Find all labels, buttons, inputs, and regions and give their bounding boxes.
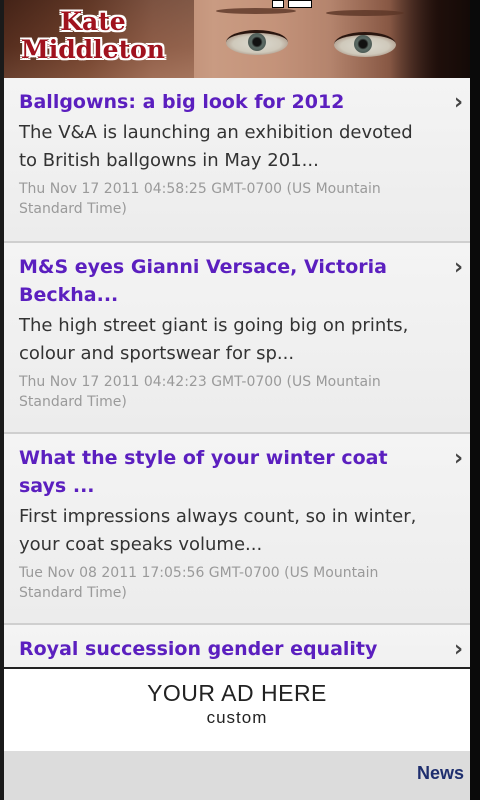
chevron-right-icon: › (454, 255, 464, 280)
news-item[interactable]: Royal succession gender equality › (4, 625, 470, 668)
news-list: Ballgowns: a big look for 2012 The V&A i… (4, 78, 470, 668)
header-banner: Kate Middleton (4, 0, 470, 78)
banner-title-line1: Kate (60, 7, 126, 36)
tab-news[interactable]: News (417, 763, 464, 784)
news-summary: The high street giant is going big on pr… (19, 315, 409, 364)
banner-iris-right (354, 35, 372, 53)
banner-brow-right (326, 10, 404, 16)
news-headline: What the style of your winter coat says … (19, 447, 388, 497)
app-screen: Kate Middleton Ballgowns: a big look for… (4, 0, 470, 800)
banner-brow-left (216, 8, 296, 14)
chevron-right-icon: › (454, 90, 464, 115)
status-icon-b (288, 0, 312, 8)
status-icon-a (272, 0, 284, 8)
device-edge (470, 0, 480, 800)
news-summary: First impressions always count, so in wi… (19, 506, 417, 555)
news-date: Tue Nov 08 2011 17:05:56 GMT-0700 (US Mo… (19, 565, 379, 601)
banner-title-line2: Middleton (21, 35, 165, 64)
news-item[interactable]: What the style of your winter coat says … (4, 434, 470, 625)
bottom-tab-bar: News (4, 751, 470, 800)
chevron-right-icon: › (454, 637, 464, 662)
news-date: Thu Nov 17 2011 04:42:23 GMT-0700 (US Mo… (19, 374, 381, 410)
news-item[interactable]: Ballgowns: a big look for 2012 The V&A i… (4, 78, 470, 243)
news-headline: M&S eyes Gianni Versace, Victoria Beckha… (19, 256, 387, 306)
phone-frame: Kate Middleton Ballgowns: a big look for… (0, 0, 480, 800)
news-item[interactable]: M&S eyes Gianni Versace, Victoria Beckha… (4, 243, 470, 434)
banner-title: Kate Middleton (18, 8, 168, 64)
banner-iris-left (248, 33, 266, 51)
chevron-right-icon: › (454, 446, 464, 471)
news-headline: Royal succession gender equality (19, 638, 378, 660)
ad-banner[interactable]: YOUR AD HERE custom (4, 667, 470, 753)
news-date: Thu Nov 17 2011 04:58:25 GMT-0700 (US Mo… (19, 181, 381, 217)
ad-subtitle: custom (206, 708, 268, 727)
news-summary: The V&A is launching an exhibition devot… (19, 122, 413, 171)
news-headline: Ballgowns: a big look for 2012 (19, 91, 345, 113)
status-icons (272, 0, 312, 8)
ad-title: YOUR AD HERE (147, 680, 327, 706)
